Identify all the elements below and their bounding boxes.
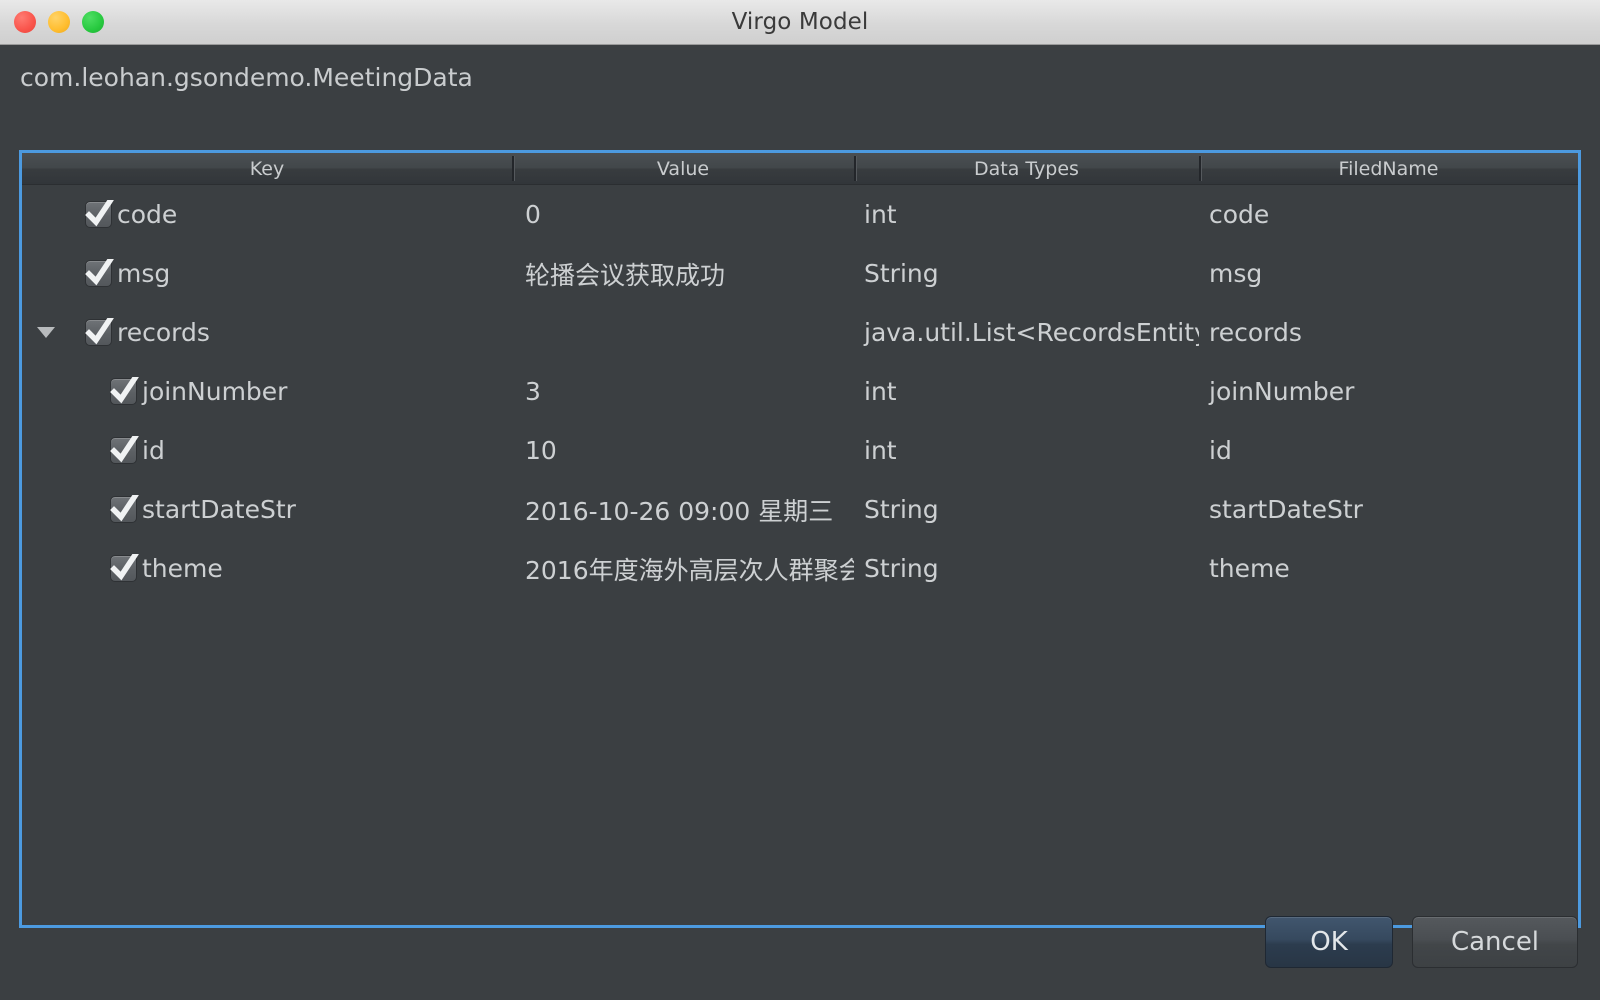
column-header-datatypes[interactable]: Data Types <box>854 153 1199 184</box>
window-title: Virgo Model <box>731 9 869 35</box>
window-titlebar: Virgo Model <box>0 0 1600 45</box>
dialog-button-bar: OK Cancel <box>0 883 1600 1000</box>
cell-key: records <box>22 318 512 347</box>
key-label: id <box>142 436 165 465</box>
cell-value: 3 <box>525 377 541 406</box>
table-header-row: Key Value Data Types FiledName <box>22 153 1578 185</box>
class-name-label: com.leohan.gsondemo.MeetingData <box>20 63 473 92</box>
column-header-key[interactable]: Key <box>22 153 512 184</box>
key-label: code <box>117 200 178 229</box>
checkmark-icon <box>110 377 139 404</box>
cell-value: 2016年度海外高层次人群聚会 <box>525 555 854 585</box>
cell-fieldname: theme <box>1209 554 1290 583</box>
close-button[interactable] <box>14 11 36 33</box>
cell-key: msg <box>22 259 512 288</box>
row-checkbox[interactable] <box>110 377 139 405</box>
table-row[interactable]: joinNumber 3 int joinNumber <box>22 362 1578 421</box>
table-row[interactable]: theme 2016年度海外高层次人群聚会 String theme <box>22 539 1578 598</box>
cell-key: id <box>22 436 512 465</box>
checkmark-icon <box>110 495 139 522</box>
expand-triangle-icon[interactable] <box>32 327 60 338</box>
checkmark-icon <box>85 200 114 227</box>
row-checkbox[interactable] <box>110 436 139 464</box>
checkmark-icon <box>85 259 114 286</box>
window-controls <box>14 11 104 33</box>
virgo-model-dialog: Virgo Model com.leohan.gsondemo.MeetingD… <box>0 0 1600 1000</box>
table-row[interactable]: msg 轮播会议获取成功 String msg <box>22 244 1578 303</box>
row-checkbox[interactable] <box>110 554 139 582</box>
cell-fieldname: records <box>1209 318 1302 347</box>
key-label: records <box>117 318 210 347</box>
cell-value: 10 <box>525 436 557 465</box>
cell-fieldname: id <box>1209 436 1232 465</box>
key-label: theme <box>142 554 223 583</box>
checkmark-icon <box>110 436 139 463</box>
cell-fieldname: startDateStr <box>1209 495 1363 524</box>
cell-fieldname: msg <box>1209 259 1263 288</box>
key-label: msg <box>117 259 171 288</box>
cell-datatype: int <box>864 200 897 229</box>
row-checkbox[interactable] <box>85 318 114 346</box>
checkmark-icon <box>110 554 139 581</box>
dialog-body: com.leohan.gsondemo.MeetingData Key Valu… <box>0 45 1600 1000</box>
table-body: code 0 int code msg 轮播会议获取成功 String msg records j… <box>22 185 1578 925</box>
cell-fieldname: code <box>1209 200 1270 229</box>
cell-key: code <box>22 200 512 229</box>
table-row[interactable]: code 0 int code <box>22 185 1578 244</box>
cell-datatype: int <box>864 436 897 465</box>
cell-value: 0 <box>525 200 541 229</box>
table-row[interactable]: id 10 int id <box>22 421 1578 480</box>
table-row[interactable]: startDateStr 2016-10-26 09:00 星期三 String st… <box>22 480 1578 539</box>
checkmark-icon <box>85 318 114 345</box>
column-header-fieldname[interactable]: FiledName <box>1199 153 1578 184</box>
cell-value: 轮播会议获取成功 <box>525 260 726 290</box>
key-label: startDateStr <box>142 495 296 524</box>
row-checkbox[interactable] <box>110 495 139 523</box>
column-header-value[interactable]: Value <box>512 153 854 184</box>
cell-datatype: String <box>864 554 939 583</box>
ok-button[interactable]: OK <box>1265 915 1393 968</box>
cell-key: theme <box>22 554 512 583</box>
cell-key: startDateStr <box>22 495 512 524</box>
key-label: joinNumber <box>142 377 288 406</box>
cell-datatype: int <box>864 377 897 406</box>
table-row[interactable]: records java.util.List<RecordsEntity> reco… <box>22 303 1578 362</box>
row-checkbox[interactable] <box>85 259 114 287</box>
maximize-button[interactable] <box>82 11 104 33</box>
cell-datatype: String <box>864 495 939 524</box>
cell-key: joinNumber <box>22 377 512 406</box>
cell-datatype: String <box>864 259 939 288</box>
cell-fieldname: joinNumber <box>1209 377 1355 406</box>
cell-value: 2016-10-26 09:00 星期三 <box>525 496 834 526</box>
row-checkbox[interactable] <box>85 200 114 228</box>
cancel-button[interactable]: Cancel <box>1412 915 1578 968</box>
minimize-button[interactable] <box>48 11 70 33</box>
model-table-panel: Key Value Data Types FiledName code 0 int c… <box>19 150 1581 928</box>
cell-datatype: java.util.List<RecordsEntity> <box>864 318 1199 347</box>
